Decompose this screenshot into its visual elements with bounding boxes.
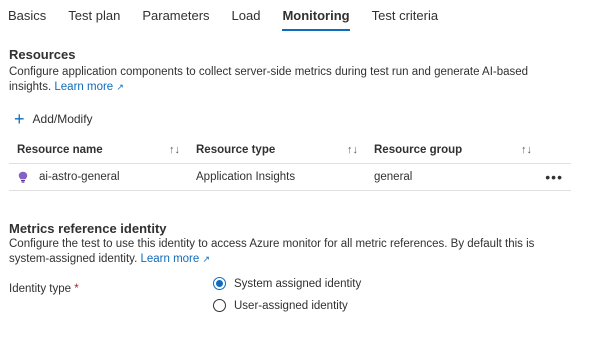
resource-name: ai-astro-general (39, 171, 120, 183)
external-link-icon: ↗ (116, 82, 124, 92)
add-modify-label: Add/Modify (32, 112, 93, 126)
metrics-title: Metrics reference identity (9, 221, 167, 236)
sort-arrows-icon[interactable]: ↑↓ (347, 144, 358, 156)
column-header-resource-name[interactable]: Resource name ↑↓ (9, 137, 188, 163)
tab-test-criteria[interactable]: Test criteria (372, 6, 438, 32)
radio-system-assigned[interactable]: System assigned identity (213, 277, 361, 290)
metrics-description: Configure the test to use this identity … (9, 237, 554, 267)
resource-group: general (374, 171, 413, 183)
external-link-icon: ↗ (202, 254, 211, 264)
tab-parameters[interactable]: Parameters (142, 6, 209, 32)
plus-icon: + (14, 109, 25, 129)
required-asterisk: * (74, 283, 79, 295)
resource-group-cell: general (366, 164, 540, 190)
tab-test-plan[interactable]: Test plan (68, 6, 120, 32)
resource-name-cell: ai-astro-general (9, 164, 188, 190)
sort-arrows-icon[interactable]: ↑↓ (521, 144, 532, 156)
metrics-description-text: Configure the test to use this identity … (9, 238, 535, 265)
resources-description: Configure application components to coll… (9, 65, 554, 95)
add-modify-button[interactable]: + Add/Modify (14, 109, 93, 129)
tab-monitoring[interactable]: Monitoring (282, 6, 350, 32)
column-header-resource-type[interactable]: Resource type ↑↓ (188, 137, 366, 163)
radio-selected-icon[interactable] (213, 277, 226, 290)
sort-arrows-icon[interactable]: ↑↓ (169, 144, 180, 156)
radio-unselected-icon[interactable] (213, 299, 226, 312)
grid-header-row: Resource name ↑↓ Resource type ↑↓ Resour… (9, 137, 571, 164)
resources-title: Resources (9, 47, 76, 62)
resources-learn-more-link[interactable]: Learn more ↗ (54, 81, 124, 93)
tab-load[interactable]: Load (232, 6, 261, 32)
resource-type-cell: Application Insights (188, 164, 366, 190)
more-actions-icon[interactable]: ••• (545, 170, 563, 184)
column-header-resource-group[interactable]: Resource group ↑↓ (366, 137, 540, 163)
table-row[interactable]: ai-astro-general Application Insights ge… (9, 164, 571, 191)
resource-type: Application Insights (196, 171, 296, 183)
identity-type-label: Identity type * (9, 283, 79, 295)
metrics-learn-more-link[interactable]: Learn more ↗ (140, 253, 210, 265)
radio-user-assigned[interactable]: User-assigned identity (213, 299, 348, 312)
tab-bar: Basics Test plan Parameters Load Monitor… (8, 6, 460, 32)
app-insights-bulb-icon (18, 171, 28, 183)
tab-basics[interactable]: Basics (8, 6, 46, 32)
resources-grid: Resource name ↑↓ Resource type ↑↓ Resour… (9, 137, 571, 191)
